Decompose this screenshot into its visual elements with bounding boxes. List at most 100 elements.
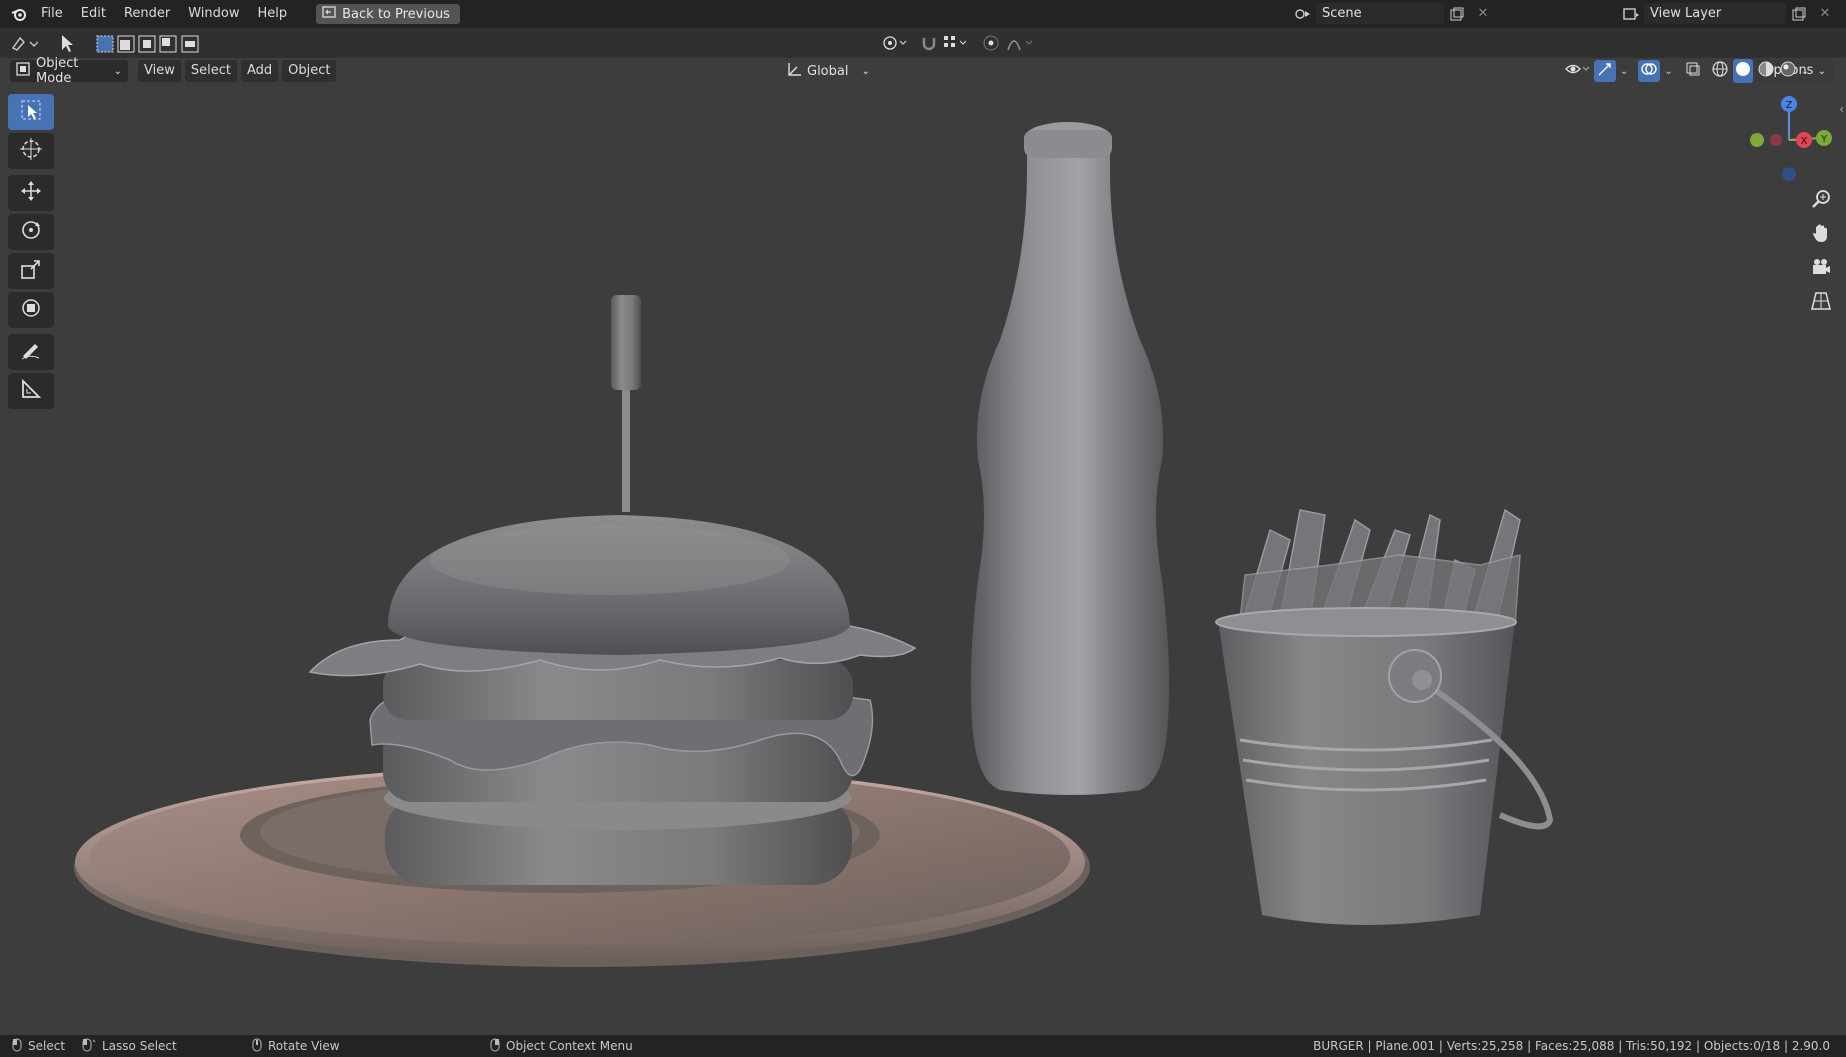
tool-settings-bar: Global ⌄ Options ⌄ — [0, 28, 1846, 82]
shading-rendered-icon[interactable] — [1779, 60, 1797, 82]
scene-statistics: BURGER | Plane.001 | Verts:25,258 | Face… — [1313, 1039, 1830, 1053]
editor-type-icon[interactable] — [10, 34, 39, 56]
object-mode-label: Object Mode — [36, 56, 79, 86]
scale-tool[interactable] — [8, 253, 54, 289]
left-toolbar — [8, 94, 54, 412]
gizmo-neg-x-axis[interactable] — [1770, 134, 1782, 146]
status-lasso: Lasso Select — [82, 1038, 177, 1055]
menu-edit[interactable]: Edit — [72, 0, 115, 28]
zoom-magnifier-icon — [1810, 188, 1832, 214]
fries-bucket-object[interactable] — [1215, 508, 1554, 925]
back-to-previous-label: Back to Previous — [342, 6, 450, 22]
perspective-toggle-button[interactable] — [1806, 288, 1836, 318]
viewport-menus: View Select Add Object — [138, 60, 337, 82]
shading-wireframe-icon[interactable] — [1711, 60, 1729, 82]
status-rotate-label: Rotate View — [268, 1039, 340, 1053]
delete-view-layer-icon[interactable]: ✕ — [1812, 3, 1838, 24]
proportional-editing-icon[interactable] — [982, 34, 1000, 56]
shading-solid-icon[interactable] — [1732, 59, 1753, 83]
menu-window[interactable]: Window — [179, 0, 248, 28]
view-layer-selector: View Layer ✕ — [1618, 3, 1838, 24]
pan-button[interactable] — [1806, 220, 1836, 250]
chevron-down-icon[interactable]: ⌄ — [1620, 66, 1628, 77]
navigation-gizmo[interactable]: Z X Y — [1750, 96, 1832, 181]
zoom-button[interactable] — [1806, 186, 1836, 216]
scene-icon[interactable] — [1290, 3, 1316, 24]
menu-view[interactable]: View — [138, 60, 181, 82]
menu-file[interactable]: File — [32, 0, 72, 28]
status-rotate: Rotate View — [252, 1038, 340, 1055]
menu-add[interactable]: Add — [240, 60, 279, 82]
mouse-left-icon — [12, 1038, 22, 1055]
annotate-tool[interactable] — [8, 334, 54, 370]
gizmo-y-label: Y — [1820, 134, 1828, 145]
delete-scene-icon[interactable]: ✕ — [1470, 3, 1496, 24]
chevron-down-icon[interactable]: ⌄ — [1664, 66, 1672, 77]
status-select: Select — [12, 1038, 65, 1055]
gizmo-neg-z-axis[interactable] — [1782, 167, 1796, 181]
back-to-previous-button[interactable]: Back to Previous — [316, 4, 460, 24]
top-menu-bar: File Edit Render Window Help Back to Pre… — [0, 0, 1846, 28]
gizmo-z-label: Z — [1786, 100, 1793, 111]
status-select-label: Select — [28, 1039, 66, 1053]
mouse-middle-icon — [252, 1038, 262, 1055]
pivot-point-icon[interactable] — [882, 34, 908, 56]
scale-icon — [19, 257, 43, 285]
toothpick-object[interactable] — [611, 295, 641, 512]
sidebar-toggle-icon[interactable]: ‹ — [1839, 102, 1844, 116]
snap-increment-icon[interactable] — [942, 34, 970, 56]
menu-help[interactable]: Help — [249, 0, 297, 28]
3d-viewport[interactable]: Z X Y — [0, 84, 1846, 1035]
new-view-layer-icon[interactable] — [1786, 3, 1812, 24]
back-icon — [322, 6, 336, 22]
status-lasso-label: Lasso Select — [102, 1039, 177, 1053]
move-tool[interactable] — [8, 175, 54, 211]
cursor-arrow-icon — [20, 99, 42, 125]
cursor-tool[interactable] — [8, 133, 54, 169]
object-mode-dropdown[interactable]: Object Mode ⌄ — [10, 56, 128, 86]
selection-mode-icons[interactable] — [96, 35, 200, 57]
burger-object[interactable] — [308, 515, 917, 885]
new-scene-icon[interactable] — [1444, 3, 1470, 24]
3d-cursor-icon — [19, 137, 43, 165]
chevron-down-icon[interactable]: ⌄ — [1801, 66, 1809, 77]
mouse-right-icon — [490, 1038, 500, 1055]
chevron-down-icon: ⌄ — [113, 65, 122, 77]
status-context-label: Object Context Menu — [506, 1039, 633, 1053]
gizmo-x-label: X — [1801, 136, 1808, 147]
object-mode-icon — [16, 62, 30, 80]
pencil-icon — [19, 338, 43, 366]
active-tool-icon[interactable] — [56, 32, 78, 58]
menu-select[interactable]: Select — [184, 60, 237, 82]
view-layer-name-field[interactable]: View Layer — [1644, 3, 1786, 24]
scene-name-field[interactable]: Scene — [1316, 3, 1444, 24]
menu-render[interactable]: Render — [115, 0, 179, 28]
menu-object[interactable]: Object — [282, 60, 337, 82]
rotate-icon — [19, 218, 43, 246]
transform-icon — [19, 296, 43, 324]
viewport-header: Object Mode ⌄ View Select Add Object ⌄ ⌄… — [0, 56, 1846, 86]
ruler-icon — [19, 377, 43, 405]
bottle-object[interactable] — [970, 122, 1170, 795]
visibility-eye-icon[interactable] — [1564, 61, 1590, 81]
shading-material-icon[interactable] — [1757, 60, 1775, 82]
scene-selector: Scene ✕ — [1290, 3, 1496, 24]
mouse-drag-icon — [82, 1038, 96, 1055]
select-box-tool[interactable] — [8, 94, 54, 130]
camera-view-button[interactable] — [1806, 254, 1836, 284]
gizmo-neg-y-axis[interactable] — [1750, 133, 1764, 147]
snap-magnet-icon[interactable] — [920, 34, 938, 56]
gizmo-toggle-icon[interactable] — [1594, 60, 1616, 82]
transform-tool[interactable] — [8, 292, 54, 328]
view-layer-icon[interactable] — [1618, 3, 1644, 24]
move-arrows-icon — [19, 179, 43, 207]
navigation-controls — [1806, 186, 1836, 322]
status-bar: Select Lasso Select Rotate View Object C… — [0, 1035, 1846, 1057]
viewport-overlay-controls: ⌄ ⌄ ⌄ — [1564, 59, 1809, 83]
rotate-tool[interactable] — [8, 214, 54, 250]
xray-toggle-icon[interactable] — [1685, 61, 1701, 81]
blender-logo-icon[interactable] — [6, 1, 32, 27]
measure-tool[interactable] — [8, 373, 54, 409]
overlays-icon[interactable] — [1638, 60, 1661, 82]
falloff-curve-icon[interactable] — [1006, 34, 1036, 56]
